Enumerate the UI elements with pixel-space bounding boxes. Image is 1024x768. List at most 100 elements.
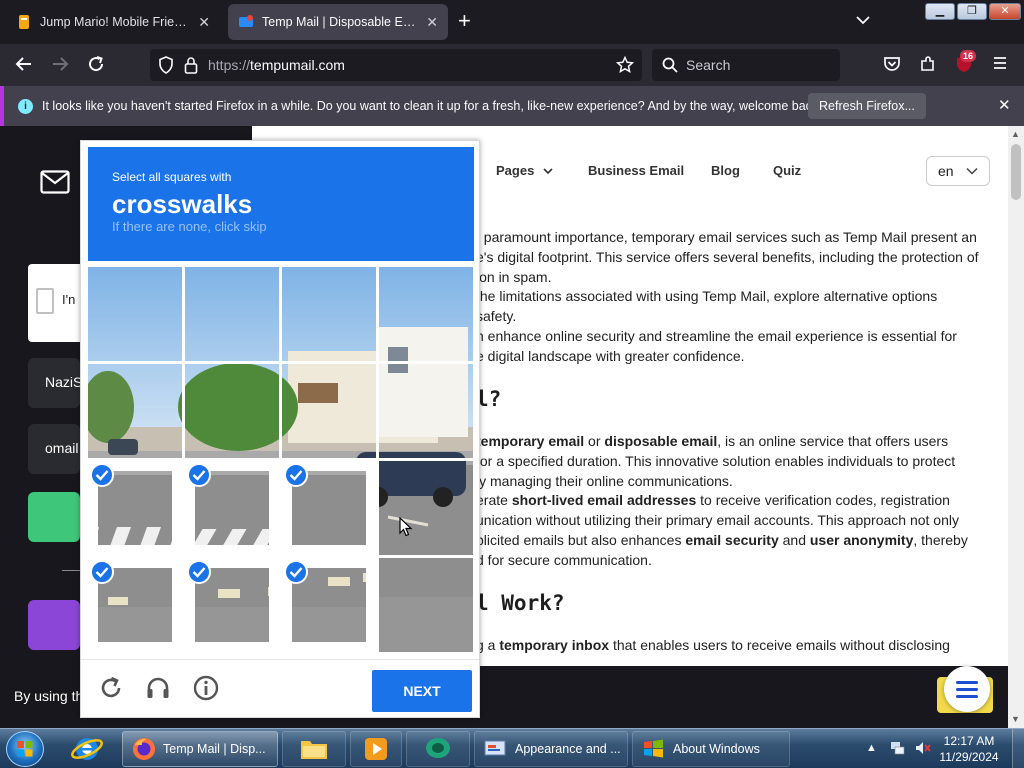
reload-button[interactable] xyxy=(86,55,106,75)
generate-button[interactable] xyxy=(28,600,80,650)
refresh-firefox-button[interactable]: Refresh Firefox... xyxy=(808,93,926,119)
email-name-input[interactable]: NaziS xyxy=(28,358,82,408)
nav-blog[interactable]: Blog xyxy=(711,163,740,178)
captcha-tile[interactable] xyxy=(282,461,376,555)
control-panel-icon xyxy=(484,740,506,756)
taskbar-item-chat[interactable] xyxy=(406,731,470,767)
article-line: g a temporary inbox that enables users t… xyxy=(476,637,950,653)
next-button[interactable]: NEXT xyxy=(372,670,472,712)
captcha-tile[interactable] xyxy=(88,461,182,555)
scroll-down-icon[interactable]: ▼ xyxy=(1011,714,1020,724)
captcha-grid xyxy=(88,267,474,653)
captcha-tile[interactable] xyxy=(282,364,376,458)
captcha-tile[interactable] xyxy=(282,267,376,361)
scroll-up-icon[interactable]: ▲ xyxy=(1011,129,1020,139)
show-desktop-button[interactable] xyxy=(1012,729,1024,768)
captcha-tile[interactable] xyxy=(185,461,279,555)
shield-icon[interactable] xyxy=(158,56,174,74)
ie-icon[interactable] xyxy=(70,733,104,768)
captcha-target: crosswalks xyxy=(112,189,253,219)
windows-icon xyxy=(644,739,663,758)
taskbar-item-about-windows[interactable]: About Windows xyxy=(632,731,790,767)
tab-title: Jump Mario! Mobile Friendly G xyxy=(40,15,190,29)
captcha-tile[interactable] xyxy=(88,364,182,458)
minimize-button[interactable]: ▁ xyxy=(925,3,955,20)
article-line: d for secure communication. xyxy=(476,551,652,568)
audio-icon[interactable] xyxy=(144,674,172,702)
divider xyxy=(62,570,80,571)
article-line: erate short-lived email addresses to rec… xyxy=(476,492,950,509)
captcha-tile[interactable] xyxy=(379,558,473,652)
captcha-tile[interactable] xyxy=(185,558,279,652)
article-line: temporary email or disposable email, is … xyxy=(476,433,949,449)
close-notification-icon[interactable]: ✕ xyxy=(998,96,1011,114)
close-tab-icon[interactable]: ✕ xyxy=(198,14,210,31)
extensions-button[interactable] xyxy=(918,55,938,75)
start-button[interactable] xyxy=(6,731,44,767)
captcha-tile[interactable] xyxy=(185,267,279,361)
reload-icon xyxy=(89,56,104,72)
tab-jump-mario[interactable]: Jump Mario! Mobile Friendly G ✕ xyxy=(6,4,220,40)
bookmark-star-icon[interactable] xyxy=(616,56,634,74)
tab-temp-mail[interactable]: Temp Mail | Disposable Email A ✕ xyxy=(228,4,448,40)
forward-button[interactable] xyxy=(50,55,70,75)
article-line: f paramount importance, temporary email … xyxy=(476,229,977,245)
nav-business-email[interactable]: Business Email xyxy=(588,163,684,178)
media-player-icon xyxy=(365,738,387,760)
chat-menu-button[interactable] xyxy=(944,666,990,712)
article-line: the limitations associated with using Te… xyxy=(476,288,938,305)
captcha-tile[interactable] xyxy=(379,461,473,555)
reload-icon[interactable] xyxy=(97,674,125,702)
taskbar-item-media-player[interactable] xyxy=(350,731,402,767)
scrollbar-thumb[interactable] xyxy=(1011,144,1021,200)
tab-title: Temp Mail | Disposable Email A xyxy=(262,15,418,29)
language-select[interactable]: en xyxy=(926,156,990,186)
explorer-icon xyxy=(301,741,327,759)
search-input[interactable]: Search xyxy=(652,49,840,81)
recaptcha-checkbox[interactable] xyxy=(36,288,54,314)
info-icon[interactable] xyxy=(192,674,220,702)
new-tab-button[interactable]: + xyxy=(458,10,471,32)
vertical-scrollbar[interactable]: ▲ ▼ xyxy=(1008,126,1024,728)
captcha-tile[interactable] xyxy=(88,558,182,652)
page-icon xyxy=(19,15,29,29)
extension-badge: 16 xyxy=(960,50,977,62)
create-email-button[interactable] xyxy=(28,492,80,542)
captcha-tile[interactable] xyxy=(379,267,473,361)
taskbar-item-appearance[interactable]: Appearance and ... xyxy=(474,731,628,767)
taskbar-item-firefox[interactable]: Temp Mail | Disp... xyxy=(122,731,278,767)
close-tab-icon[interactable]: ✕ xyxy=(426,14,438,31)
menu-button[interactable] xyxy=(990,55,1010,75)
maximize-button[interactable]: ❐ xyxy=(957,3,987,20)
close-window-button[interactable]: ✕ xyxy=(989,3,1021,20)
clock[interactable]: 12:17 AM 11/29/2024 xyxy=(934,733,1004,765)
captcha-tile[interactable] xyxy=(88,267,182,361)
lock-icon[interactable] xyxy=(184,56,198,74)
captcha-tile[interactable] xyxy=(282,558,376,652)
volume-muted-icon[interactable] xyxy=(915,741,931,755)
chat-icon xyxy=(426,738,450,758)
domain-input[interactable]: omail xyxy=(28,424,80,474)
selected-check-icon xyxy=(187,560,211,584)
pocket-button[interactable] xyxy=(882,55,902,75)
nav-quiz[interactable]: Quiz xyxy=(773,163,801,178)
taskbar-item-explorer[interactable] xyxy=(282,731,346,767)
selected-check-icon xyxy=(284,463,308,487)
hamburger-icon xyxy=(994,57,1006,69)
address-bar[interactable]: https://tempumail.com xyxy=(150,49,642,81)
show-hidden-icons[interactable]: ▲ xyxy=(866,742,877,754)
article-line: ion in spam. xyxy=(476,268,552,285)
search-icon xyxy=(662,57,678,73)
back-button[interactable] xyxy=(14,55,34,75)
tempmail-favicon-icon xyxy=(239,15,253,27)
list-all-tabs-icon[interactable] xyxy=(856,12,870,28)
recaptcha-checkbox-widget: I'n xyxy=(28,264,80,342)
captcha-tile[interactable] xyxy=(379,364,473,458)
article-line: n enhance online security and streamline… xyxy=(476,328,957,344)
article-line: safety. xyxy=(476,308,517,325)
nav-pages[interactable]: Pages xyxy=(496,163,553,178)
article-content: f paramount importance, temporary email … xyxy=(470,212,1008,728)
captcha-challenge: Select all squares with crosswalks If th… xyxy=(80,140,480,718)
captcha-tile[interactable] xyxy=(185,364,279,458)
network-icon[interactable] xyxy=(890,741,906,755)
